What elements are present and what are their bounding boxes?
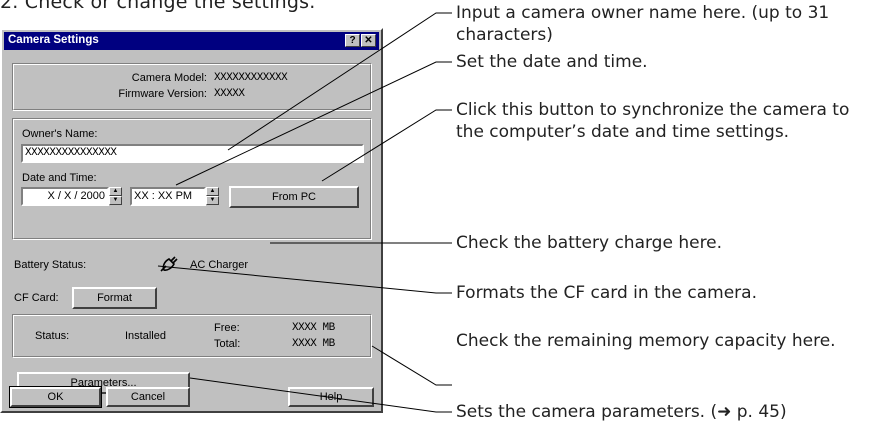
callout-battery: Check the battery charge here. xyxy=(456,233,723,253)
owner-leader xyxy=(227,12,452,151)
frompc-leader xyxy=(321,109,452,182)
format-leader xyxy=(157,265,452,294)
memory-leader xyxy=(371,345,452,386)
callout-datetime: Set the date and time. xyxy=(456,52,648,72)
callout-owner: Input a camera owner name here. (up to 3… xyxy=(456,3,830,45)
callout-parameters: Sets the camera parameters. (➜ p. 45) xyxy=(456,402,787,422)
parameters-leader xyxy=(189,377,452,413)
callout-frompc: Click this button to synchronize the cam… xyxy=(456,100,850,142)
callout-format: Formats the CF card in the camera. xyxy=(456,283,757,303)
datetime-leader xyxy=(175,61,452,186)
callout-memory: Check the remaining memory capacity here… xyxy=(456,331,836,351)
